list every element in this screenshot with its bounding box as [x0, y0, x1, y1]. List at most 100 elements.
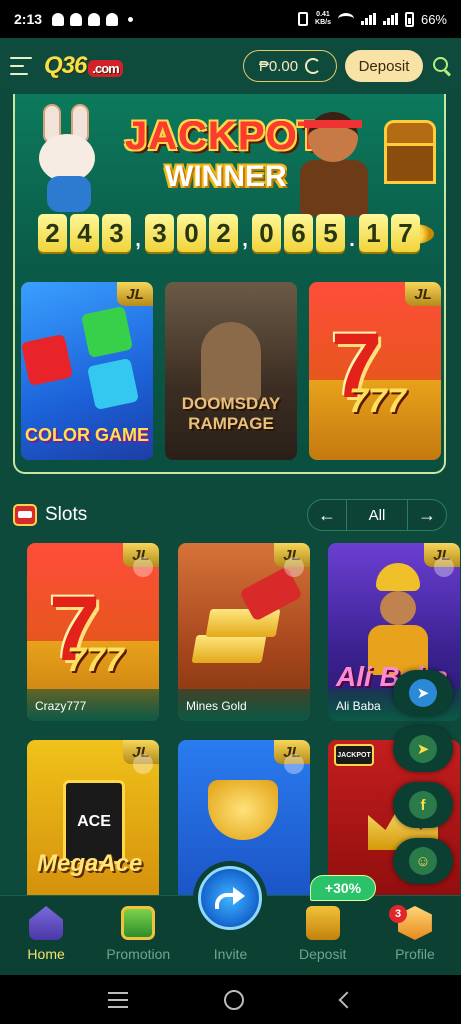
genie-image — [368, 563, 428, 675]
notification-icons — [52, 12, 134, 26]
trophy-image — [208, 780, 278, 840]
favorite-icon[interactable] — [284, 557, 304, 577]
slot-machine-icon — [13, 504, 37, 526]
favorite-icon[interactable] — [284, 754, 304, 774]
support-icon: ☺ — [409, 847, 437, 875]
game-card-777[interactable]: 7 777 JL — [309, 282, 441, 460]
wallet-icon — [305, 906, 340, 940]
balance-display[interactable]: ₱0.00 — [243, 50, 337, 82]
slot-card-name: Crazy777 — [27, 689, 159, 721]
nav-label: Promotion — [106, 946, 171, 962]
cube-image — [21, 333, 74, 387]
app-header: Q36 .com ₱0.00 Deposit — [0, 38, 461, 94]
battery-icon — [404, 11, 414, 27]
jackpot-separator: . — [349, 229, 355, 251]
nav-promotion[interactable]: Promotion — [92, 896, 184, 975]
logo[interactable]: Q36 .com — [44, 52, 123, 80]
slot-card-mega-ace[interactable]: ACE MegaAce JL — [27, 740, 159, 918]
jackpot-digit: 2 — [38, 214, 67, 252]
jackpot-separator: , — [135, 229, 141, 251]
slots-filter: ← All → — [307, 499, 447, 531]
favorite-icon[interactable] — [133, 557, 153, 577]
filter-all[interactable]: All — [346, 500, 408, 530]
wifi-icon — [337, 13, 354, 25]
jackpot-counter: 2 4 3 , 3 0 2 , 0 6 5 . 1 7 — [38, 214, 423, 252]
jackpot-digit: 1 — [359, 214, 388, 252]
system-nav-bar — [0, 975, 461, 1024]
game-card-color-game[interactable]: COLOR GAME JL — [21, 282, 153, 460]
snapchat-icon — [88, 12, 101, 26]
jackpot-digit: 6 — [284, 214, 313, 252]
jackpot-separator: , — [242, 229, 248, 251]
status-bar: 2:13 0.41 KB/s 66% — [0, 0, 461, 38]
treasure-chest-image — [384, 120, 436, 184]
deposit-button[interactable]: Deposit — [345, 50, 423, 82]
facebook-button[interactable]: f — [393, 782, 453, 828]
arrow-right-icon[interactable]: → — [408, 505, 446, 526]
nav-label: Invite — [213, 946, 248, 962]
signal-icon-2 — [382, 13, 398, 25]
game-card-label: DOOMSDAY RAMPAGE — [181, 394, 281, 433]
jackpot-digit: 2 — [209, 214, 238, 252]
nav-deposit[interactable]: Deposit — [277, 896, 369, 975]
jackpot-sign: JACKPOT — [334, 744, 374, 766]
slots-section-header: Slots ← All → — [13, 498, 447, 532]
back-icon[interactable] — [338, 991, 356, 1008]
nav-profile[interactable]: Profile — [369, 896, 461, 975]
facebook-icon: f — [409, 791, 437, 819]
share-icon — [215, 887, 245, 909]
deposit-bonus-badge: +30% — [310, 875, 376, 901]
telegram-icon: ➤ — [409, 735, 437, 763]
slot-card-name: Mines Gold — [178, 689, 310, 721]
profile-notification-badge: 3 — [389, 905, 407, 923]
mega-ace-logo: MegaAce — [37, 850, 143, 877]
cube-image — [86, 357, 140, 411]
jackpot-digit: 3 — [102, 214, 131, 252]
recent-apps-icon[interactable] — [108, 991, 129, 1008]
nav-label: Profile — [395, 946, 435, 962]
jackpot-digit: 7 — [391, 214, 420, 252]
slot-card-crazy777[interactable]: 7 777 JL Crazy777 — [27, 543, 159, 721]
777-art: 777 — [67, 641, 124, 679]
jl-badge: JL — [117, 282, 153, 306]
favorite-icon[interactable] — [133, 754, 153, 774]
balance-value: ₱0.00 — [258, 57, 299, 75]
support-button[interactable]: ☺ — [393, 838, 453, 884]
refresh-icon[interactable] — [305, 58, 322, 74]
snapchat-icon — [106, 12, 119, 26]
menu-icon[interactable] — [10, 57, 32, 75]
status-time: 2:13 — [14, 11, 43, 27]
slots-title: Slots — [45, 504, 88, 525]
slot-card-mines-gold[interactable]: JL Mines Gold — [178, 543, 310, 721]
game-card-doomsday-rampage[interactable]: DOOMSDAY RAMPAGE JL — [165, 282, 297, 460]
search-icon[interactable] — [433, 57, 451, 75]
favorite-icon[interactable] — [434, 557, 454, 577]
nav-label: Home — [27, 946, 65, 962]
jackpot-games: COLOR GAME JL DOOMSDAY RAMPAGE JL 7 777 … — [21, 282, 442, 460]
rabbit-miner-image — [25, 104, 117, 214]
arrow-left-icon[interactable]: ← — [308, 505, 346, 526]
signal-icon — [360, 13, 376, 25]
warrior-image — [201, 322, 261, 402]
nav-label: Deposit — [298, 946, 347, 962]
battery-level: 66% — [420, 11, 447, 27]
gift-icon — [121, 906, 156, 940]
home-circle-icon[interactable] — [224, 989, 245, 1010]
jackpot-digit: 3 — [145, 214, 174, 252]
jackpot-subtitle: WINNER — [165, 160, 287, 193]
jackpot-digit: 0 — [177, 214, 206, 252]
telegram-button[interactable]: ➤ — [393, 670, 453, 716]
home-icon — [29, 906, 64, 940]
snapchat-icon — [52, 12, 65, 26]
more-notifications-icon — [128, 16, 134, 22]
nav-home[interactable]: Home — [0, 896, 92, 975]
vibrate-icon — [298, 12, 309, 26]
jackpot-banner[interactable]: JACKPOT WINNER 2 4 3 , 3 0 2 , 0 6 5 . 1… — [13, 94, 446, 474]
game-card-label: 777 — [349, 382, 406, 420]
invite-button[interactable] — [193, 861, 267, 935]
snapchat-icon — [70, 12, 83, 26]
cube-image — [80, 305, 134, 359]
jackpot-digit: 4 — [70, 214, 99, 252]
jl-badge: JL — [405, 282, 441, 306]
telegram-channel-button[interactable]: ➤ — [393, 726, 453, 772]
